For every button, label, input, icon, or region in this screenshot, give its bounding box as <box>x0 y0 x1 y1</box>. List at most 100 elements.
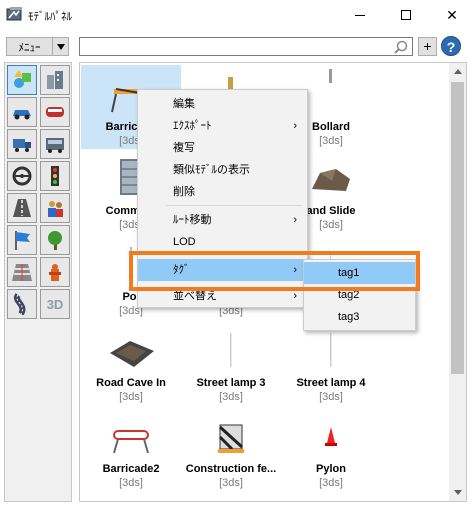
title-bar: ﾓﾃﾞﾙﾊﾟﾈﾙ ✕ <box>0 0 475 30</box>
category-button-truck[interactable] <box>7 129 37 159</box>
context-menu-item-label: LOD <box>173 236 196 248</box>
cave-thumb <box>110 341 154 367</box>
model-format: [3ds] <box>119 477 143 489</box>
crosswalk-icon <box>12 264 32 281</box>
category-button-shapes[interactable] <box>7 65 37 95</box>
scroll-down-button[interactable] <box>449 484 466 501</box>
category-button-traffic-light[interactable] <box>40 161 70 191</box>
chevron-down-icon <box>56 43 65 50</box>
tag-menu-item[interactable]: tag3 <box>304 306 415 328</box>
context-menu-item-label: ｴｸｽﾎﾟｰﾄ <box>173 120 212 132</box>
context-menu-item[interactable]: ｴｸｽﾎﾟｰﾄ › <box>138 115 307 137</box>
context-menu-item[interactable]: ﾙｰﾄ移動 › <box>138 209 307 231</box>
3d-icon: 3D <box>46 296 64 312</box>
category-button-car[interactable] <box>7 97 37 127</box>
tree-icon <box>48 231 62 250</box>
context-menu-item-label: 複写 <box>173 142 195 154</box>
context-menu-item[interactable]: 並べ替え › <box>138 285 307 307</box>
model-tile[interactable]: Barricade2 [3ds] <box>81 405 181 491</box>
model-tile[interactable]: Street lamp 4 [3ds] <box>281 319 381 405</box>
shapes-icon <box>14 70 31 88</box>
chevron-right-icon: › <box>293 120 297 132</box>
menu-dropdown[interactable]: ﾒﾆｭｰ <box>6 37 69 56</box>
app-icon <box>6 7 22 21</box>
search-icon[interactable] <box>394 40 408 54</box>
model-tile[interactable]: Street lamp 3 [3ds] <box>181 319 281 405</box>
steering-wheel-icon <box>12 166 32 186</box>
menu-separator <box>166 254 302 255</box>
window-title: ﾓﾃﾞﾙﾊﾟﾈﾙ <box>28 11 72 23</box>
scroll-up-button[interactable] <box>449 63 466 80</box>
context-menu-item-label: ﾙｰﾄ移動 <box>173 214 212 226</box>
close-button[interactable]: ✕ <box>429 0 475 30</box>
road-icon <box>13 199 31 217</box>
category-button-3d[interactable]: 3D <box>40 289 70 319</box>
context-menu-item[interactable]: LOD <box>138 231 307 253</box>
curve-road-icon <box>13 293 26 315</box>
fence-thumb <box>218 424 244 453</box>
people-icon <box>48 201 63 217</box>
model-format: [3ds] <box>319 477 343 489</box>
train-icon <box>46 107 64 117</box>
chevron-right-icon: › <box>293 264 297 276</box>
category-button-flag[interactable] <box>7 225 37 255</box>
model-tile[interactable]: Road Cave In [3ds] <box>81 319 181 405</box>
tag-menu-item[interactable]: tag2 <box>304 284 415 306</box>
search-input[interactable] <box>79 37 413 56</box>
context-menu: 編集 ｴｸｽﾎﾟｰﾄ › 複写 類似ﾓﾃﾞﾙの表示 削除 ﾙｰﾄ移動 › LOD ﾀｸﾞ › 並べ替え… <box>137 89 308 308</box>
menu-separator <box>166 205 302 206</box>
context-menu-item[interactable]: ﾀｸﾞ › <box>138 259 307 281</box>
model-name: Pylon <box>316 463 346 475</box>
category-button-people[interactable] <box>40 193 70 223</box>
help-button[interactable]: ? <box>441 36 461 56</box>
model-tile[interactable]: Pylon [3ds] <box>281 405 381 491</box>
context-menu-item[interactable]: 複写 <box>138 137 307 159</box>
category-button-crosswalk[interactable] <box>7 257 37 287</box>
scroll-thumb[interactable] <box>451 82 464 374</box>
tag-menu-item[interactable]: tag1 <box>304 262 415 284</box>
model-format: [3ds] <box>119 391 143 403</box>
context-menu-item-label: 並べ替え <box>173 290 217 302</box>
context-menu-item[interactable]: 編集 <box>138 93 307 115</box>
chevron-right-icon: › <box>293 290 297 302</box>
category-button-road[interactable] <box>7 193 37 223</box>
context-menu-item-label: ﾀｸﾞ <box>173 264 190 276</box>
traffic-light-icon <box>51 166 59 186</box>
rock-thumb <box>312 169 350 191</box>
context-menu-item-label: 編集 <box>173 98 195 110</box>
category-button-steering-wheel[interactable] <box>7 161 37 191</box>
model-tile[interactable]: Construction fe... [3ds] <box>181 405 281 491</box>
model-format: [3ds] <box>319 391 343 403</box>
context-menu-item[interactable]: 削除 <box>138 181 307 203</box>
buildings-icon <box>47 71 63 89</box>
category-button-curve-road[interactable] <box>7 289 37 319</box>
car-icon <box>13 110 31 120</box>
lamp-thumb <box>230 333 232 367</box>
category-button-hydrant[interactable] <box>40 257 70 287</box>
category-button-tree[interactable] <box>40 225 70 255</box>
context-menu-item[interactable]: 類似ﾓﾃﾞﾙの表示 <box>138 159 307 181</box>
model-format: [3ds] <box>219 477 243 489</box>
bollard-thumb <box>329 69 332 83</box>
category-button-buildings[interactable] <box>40 65 70 95</box>
category-button-train[interactable] <box>40 97 70 127</box>
flag-icon <box>15 231 30 250</box>
truck-icon <box>13 139 31 152</box>
context-menu-item-label: 削除 <box>173 186 195 198</box>
maximize-button[interactable] <box>383 0 429 30</box>
context-menu-item-label: 類似ﾓﾃﾞﾙの表示 <box>173 164 250 176</box>
tag-submenu: tag1 tag2 tag3 <box>303 259 416 331</box>
menu-dropdown-arrow[interactable] <box>52 38 68 55</box>
category-button-bus[interactable] <box>40 129 70 159</box>
add-button[interactable]: + <box>418 37 437 56</box>
model-name: Street lamp 4 <box>296 377 366 389</box>
menu-label: ﾒﾆｭｰ <box>18 41 41 54</box>
barricade2-thumb <box>113 430 149 454</box>
bus-icon <box>46 138 64 153</box>
vertical-scrollbar[interactable] <box>449 63 466 501</box>
pylon-thumb <box>325 427 337 446</box>
model-format: [3ds] <box>219 391 243 403</box>
category-panel: 3D <box>4 62 72 502</box>
hydrant-icon <box>49 264 61 281</box>
minimize-button[interactable] <box>337 0 383 30</box>
